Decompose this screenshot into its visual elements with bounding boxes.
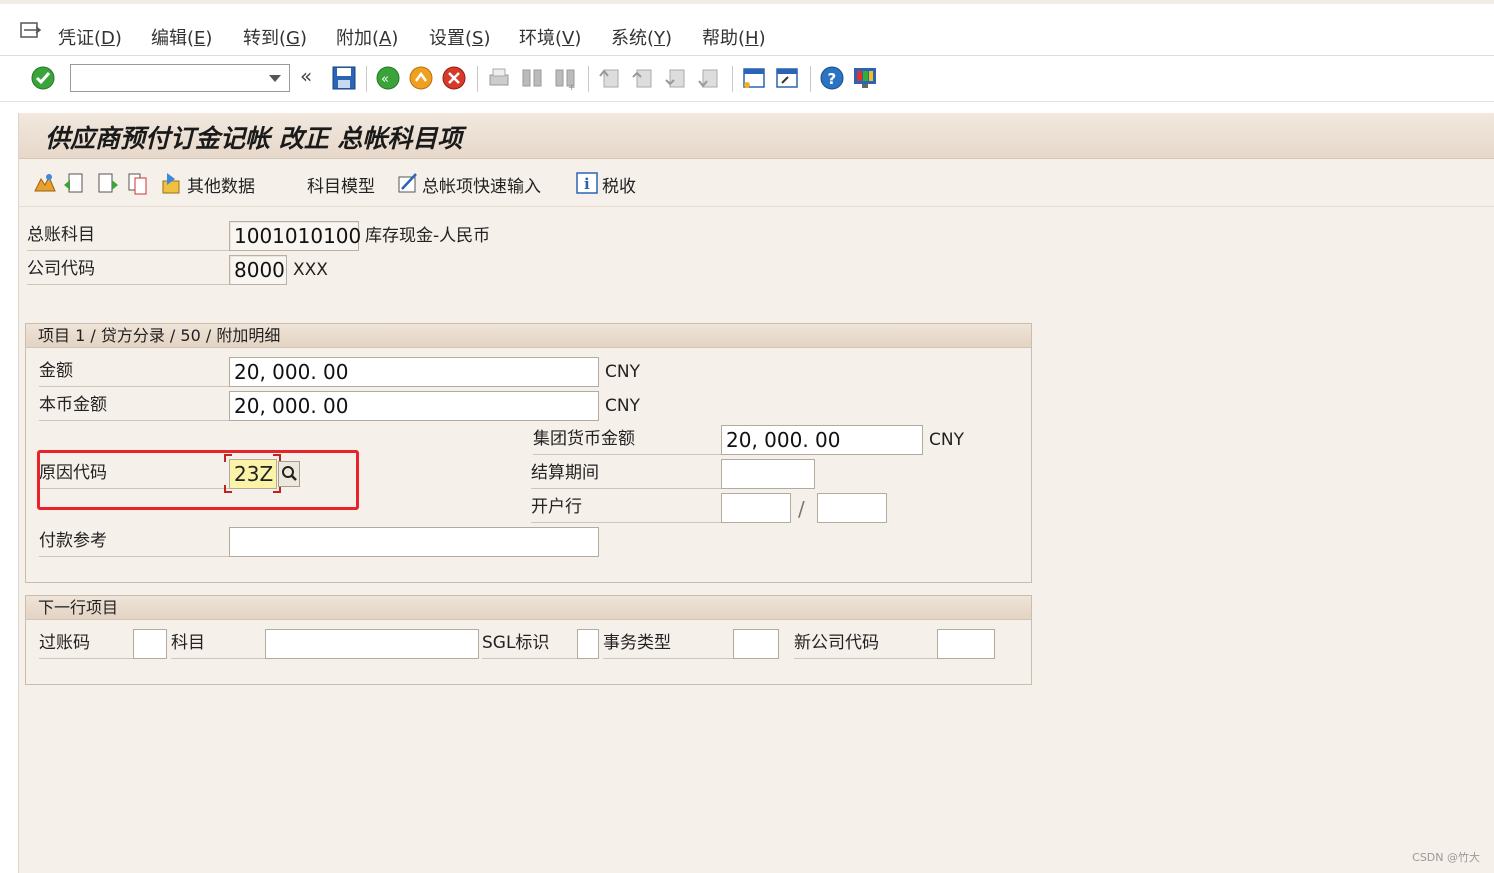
settlement-period-label: 结算期间 (531, 459, 723, 489)
svg-text:?: ? (828, 70, 837, 88)
new-company-code-label: 新公司代码 (794, 629, 938, 659)
overview-icon[interactable] (33, 171, 57, 195)
gl-account-field[interactable]: 1001010100 (229, 221, 361, 251)
gl-fast-entry-button[interactable]: 总帐项快速输入 (422, 172, 541, 197)
fast-entry-icon[interactable] (396, 171, 420, 195)
other-data-icon[interactable] (159, 171, 183, 195)
find-next-icon[interactable]: + (551, 64, 579, 92)
chevron-down-icon[interactable] (269, 75, 281, 82)
next-line-group-title: 下一行项目 (26, 596, 1031, 620)
local-amount-currency: CNY (605, 396, 640, 416)
print-icon[interactable] (485, 64, 513, 92)
back-icon[interactable]: « (374, 64, 402, 92)
cancel-icon[interactable] (440, 64, 468, 92)
main-screen: 供应商预付订金记帐 改正 总帐科目项 其他数据 科目模型 总帐项快速输入 i 税… (18, 113, 1494, 873)
settlement-period-field[interactable] (721, 459, 815, 489)
save-icon[interactable] (330, 64, 358, 92)
menu-help[interactable]: 帮助(H) (702, 24, 766, 50)
reason-code-highlight (37, 450, 359, 510)
find-icon[interactable] (518, 64, 546, 92)
svg-text:+: + (568, 83, 576, 92)
local-amount-field[interactable]: 20, 000. 00 (229, 391, 599, 421)
group-amount-currency: CNY (929, 430, 964, 450)
posting-key-field[interactable] (133, 629, 167, 659)
item-detail-group-title: 项目 1 / 贷方分录 / 50 / 附加明细 (26, 324, 1031, 348)
copy-icon[interactable] (126, 171, 150, 195)
watermark: CSDN @竹大 (1412, 851, 1480, 864)
info-icon[interactable]: i (575, 171, 599, 195)
previous-item-icon[interactable] (62, 171, 86, 195)
collapse-command-button[interactable]: « (300, 64, 312, 88)
last-page-icon[interactable] (695, 64, 723, 92)
application-toolbar: 其他数据 科目模型 总帐项快速输入 i 税收 (19, 159, 1494, 207)
other-data-button[interactable]: 其他数据 (187, 172, 255, 197)
standard-toolbar: « « + ? (0, 56, 1494, 102)
amount-label: 金额 (39, 357, 231, 387)
create-session-icon[interactable] (740, 64, 768, 92)
local-amount-label: 本币金额 (39, 391, 231, 421)
group-amount-field[interactable]: 20, 000. 00 (721, 425, 923, 455)
title-bar: 供应商预付订金记帐 改正 总帐科目项 (19, 113, 1494, 159)
account-model-button[interactable]: 科目模型 (307, 172, 375, 197)
company-code-description: XXX (293, 260, 328, 280)
bank-field-1[interactable] (721, 493, 791, 523)
enter-checkmark-icon[interactable] (29, 64, 57, 92)
company-code-field[interactable]: 8000 (229, 255, 287, 285)
gl-account-description: 库存现金-人民币 (365, 226, 491, 246)
transaction-type-field[interactable] (733, 629, 779, 659)
next-item-icon[interactable] (96, 171, 120, 195)
command-field[interactable] (70, 64, 290, 92)
menu-system[interactable]: 系统(Y) (611, 24, 672, 50)
tax-button[interactable]: 税收 (602, 172, 636, 197)
account-label: 科目 (171, 629, 267, 659)
bank-separator: / (798, 497, 805, 521)
bank-field-2[interactable] (817, 493, 887, 523)
sgl-indicator-field[interactable] (577, 629, 599, 659)
menu-settings[interactable]: 设置(S) (429, 24, 491, 50)
shortcut-icon[interactable] (773, 64, 801, 92)
first-page-icon[interactable] (596, 64, 624, 92)
help-icon[interactable]: ? (818, 64, 846, 92)
company-code-label: 公司代码 (27, 255, 231, 285)
account-field[interactable] (265, 629, 479, 659)
transaction-type-label: 事务类型 (603, 629, 735, 659)
customize-layout-icon[interactable] (851, 64, 879, 92)
amount-currency: CNY (605, 362, 640, 382)
svg-text:i: i (584, 175, 590, 193)
amount-field[interactable]: 20, 000. 00 (229, 357, 599, 387)
menu-document[interactable]: 凭证(D) (58, 24, 122, 50)
page-title: 供应商预付订金记帐 改正 总帐科目项 (45, 124, 463, 153)
bank-label: 开户行 (531, 493, 723, 523)
menu-extras[interactable]: 附加(A) (336, 24, 398, 50)
svg-text:«: « (381, 72, 389, 87)
menu-environment[interactable]: 环境(V) (519, 24, 581, 50)
previous-page-icon[interactable] (629, 64, 657, 92)
menu-bar: 凭证(D) 编辑(E) 转到(G) 附加(A) 设置(S) 环境(V) 系统(Y… (0, 0, 1494, 56)
posting-key-label: 过账码 (39, 629, 135, 659)
payment-reference-field[interactable] (229, 527, 599, 557)
next-page-icon[interactable] (662, 64, 690, 92)
gl-account-label: 总账科目 (27, 221, 231, 251)
sgl-indicator-label: SGL标识 (482, 629, 578, 659)
payment-reference-label: 付款参考 (39, 527, 231, 557)
menu-goto[interactable]: 转到(G) (243, 24, 307, 50)
new-company-code-field[interactable] (937, 629, 995, 659)
menu-edit[interactable]: 编辑(E) (151, 24, 212, 50)
group-amount-label: 集团货币金额 (533, 425, 723, 455)
menu-toggle-icon[interactable] (20, 22, 42, 40)
exit-icon[interactable] (407, 64, 435, 92)
